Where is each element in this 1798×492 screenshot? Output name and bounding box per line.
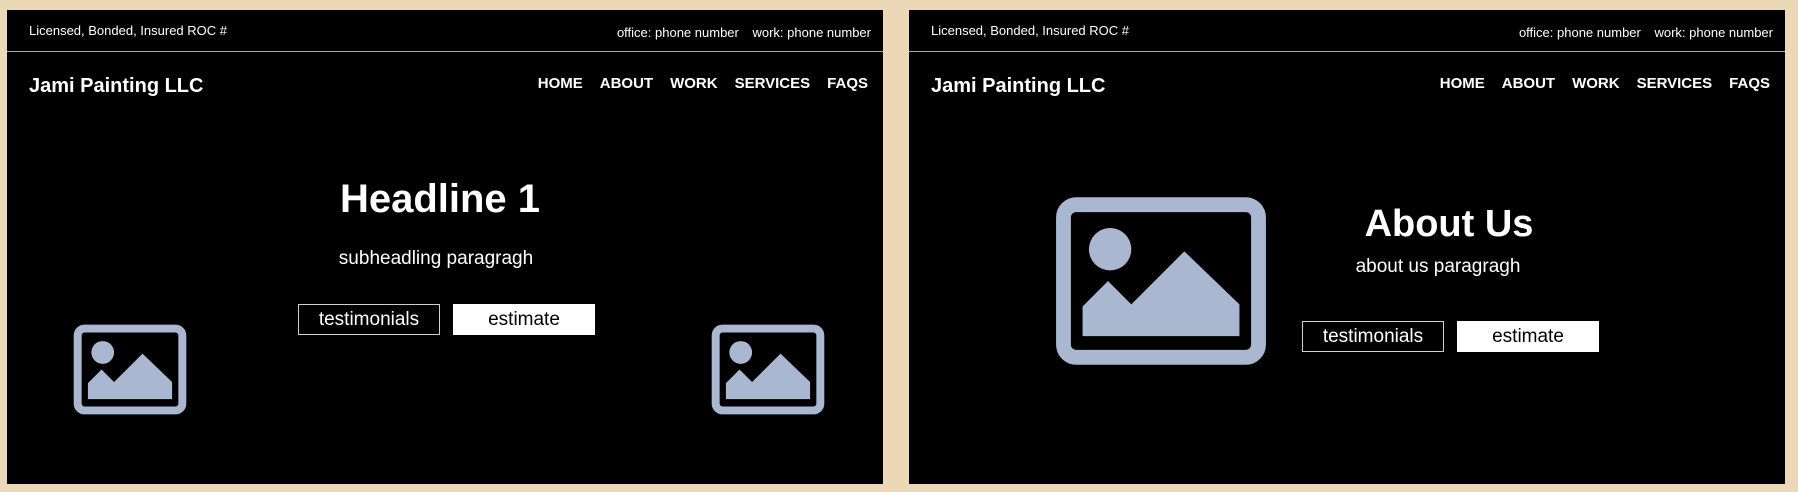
nav-work[interactable]: WORK: [1572, 75, 1620, 93]
main-nav: HOME ABOUT WORK SERVICES FAQS: [1440, 75, 1770, 93]
phone-numbers: office: phone number work: phone number: [1519, 25, 1773, 40]
hero-headline: Headline 1: [339, 177, 541, 221]
nav-work[interactable]: WORK: [670, 75, 718, 93]
about-paragraph: about us paragragh: [1355, 256, 1521, 277]
estimate-button[interactable]: estimate: [1457, 321, 1599, 352]
hero-subheading: subheadling paragragh: [338, 248, 534, 269]
image-placeholder-icon: [711, 324, 825, 415]
image-placeholder-icon: [1055, 196, 1267, 366]
office-phone[interactable]: office: phone number: [1519, 25, 1641, 40]
top-info-bar: Licensed, Bonded, Insured ROC # office: …: [7, 10, 883, 52]
nav-home[interactable]: HOME: [1440, 75, 1485, 93]
testimonials-button[interactable]: testimonials: [1302, 321, 1444, 352]
nav-services[interactable]: SERVICES: [1637, 75, 1713, 93]
home-page-frame: Licensed, Bonded, Insured ROC # office: …: [7, 10, 883, 484]
office-phone[interactable]: office: phone number: [617, 25, 739, 40]
about-headline: About Us: [1364, 203, 1534, 245]
top-info-bar: Licensed, Bonded, Insured ROC # office: …: [909, 10, 1785, 52]
main-nav: HOME ABOUT WORK SERVICES FAQS: [538, 75, 868, 93]
image-placeholder-icon: [73, 324, 187, 415]
nav-services[interactable]: SERVICES: [735, 75, 811, 93]
work-phone[interactable]: work: phone number: [1654, 25, 1773, 40]
nav-about[interactable]: ABOUT: [600, 75, 653, 93]
brand-logo-text[interactable]: Jami Painting LLC: [931, 74, 1105, 98]
about-page-frame: Licensed, Bonded, Insured ROC # office: …: [909, 10, 1785, 484]
nav-faqs[interactable]: FAQS: [827, 75, 868, 93]
phone-numbers: office: phone number work: phone number: [617, 25, 871, 40]
estimate-button[interactable]: estimate: [453, 304, 595, 335]
nav-home[interactable]: HOME: [538, 75, 583, 93]
work-phone[interactable]: work: phone number: [752, 25, 871, 40]
nav-faqs[interactable]: FAQS: [1729, 75, 1770, 93]
brand-logo-text[interactable]: Jami Painting LLC: [29, 74, 203, 98]
testimonials-button[interactable]: testimonials: [298, 304, 440, 335]
license-text: Licensed, Bonded, Insured ROC #: [29, 23, 228, 38]
nav-about[interactable]: ABOUT: [1502, 75, 1555, 93]
license-text: Licensed, Bonded, Insured ROC #: [931, 23, 1130, 38]
